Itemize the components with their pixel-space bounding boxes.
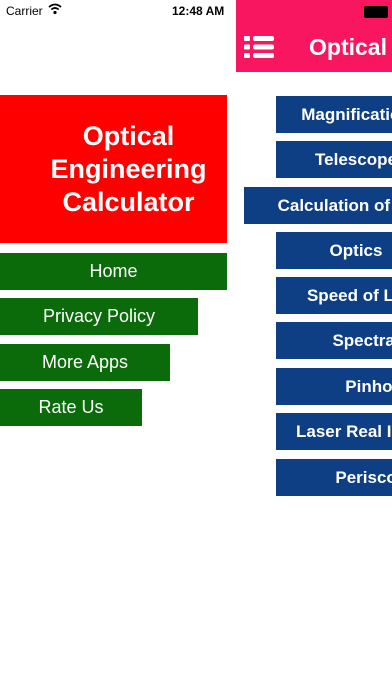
button-label: Speed of Light xyxy=(306,285,392,305)
side-drawer: Carrier 12:48 AM Optical Engineering Cal… xyxy=(0,0,236,696)
menu-item-rate-us[interactable]: Rate Us xyxy=(0,389,142,426)
laser-real-intensity-button[interactable]: Laser Real Intensity xyxy=(276,413,392,450)
spectral-button[interactable]: Spectral xyxy=(276,322,392,359)
menu-item-label: Privacy Policy xyxy=(42,306,156,326)
button-label: Periscope xyxy=(335,467,392,487)
status-time: 12:48 AM xyxy=(172,4,225,18)
button-label: Spectral xyxy=(332,330,392,350)
button-label: Pinhole xyxy=(345,376,392,396)
main-status-bar xyxy=(236,0,392,22)
magnification-button[interactable]: Magnification xyxy=(276,96,392,133)
button-label: Laser Real Intensity xyxy=(296,421,392,441)
menu-item-home[interactable]: Home xyxy=(0,253,227,290)
page-title: Optical Engineering Calculator xyxy=(309,34,392,60)
menu-item-label: Home xyxy=(89,261,138,281)
telescope-button[interactable]: Telescope xyxy=(276,141,392,178)
menu-item-more-apps[interactable]: More Apps xyxy=(0,344,170,381)
speed-of-light-button[interactable]: Speed of Light xyxy=(276,277,392,314)
periscope-button[interactable]: Periscope xyxy=(276,459,392,496)
button-label: Optics xyxy=(329,240,383,260)
main-screen: Optical Engineering Calculator Magnifica… xyxy=(236,0,392,696)
pinhole-button[interactable]: Pinhole xyxy=(276,368,392,405)
app-header: Optical Engineering Calculator xyxy=(236,22,392,72)
menu-item-privacy-policy[interactable]: Privacy Policy xyxy=(0,298,198,335)
carrier-label: Carrier xyxy=(6,4,43,18)
button-label: Magnification xyxy=(301,104,392,124)
drawer-title: Optical Engineering Calculator xyxy=(50,120,207,217)
button-label: Telescope xyxy=(315,149,392,169)
calculation-of-lens-button[interactable]: Calculation of Lens xyxy=(244,187,392,224)
drawer-header: Optical Engineering Calculator xyxy=(0,95,227,243)
status-bar: Carrier 12:48 AM xyxy=(0,0,236,22)
menu-item-label: Rate Us xyxy=(38,397,104,417)
menu-list-icon[interactable] xyxy=(244,36,274,63)
button-label: Calculation of Lens xyxy=(277,195,392,215)
menu-item-label: More Apps xyxy=(41,352,129,372)
battery-icon xyxy=(364,6,388,18)
optics-button[interactable]: Optics xyxy=(276,232,392,269)
wifi-icon xyxy=(48,3,62,18)
